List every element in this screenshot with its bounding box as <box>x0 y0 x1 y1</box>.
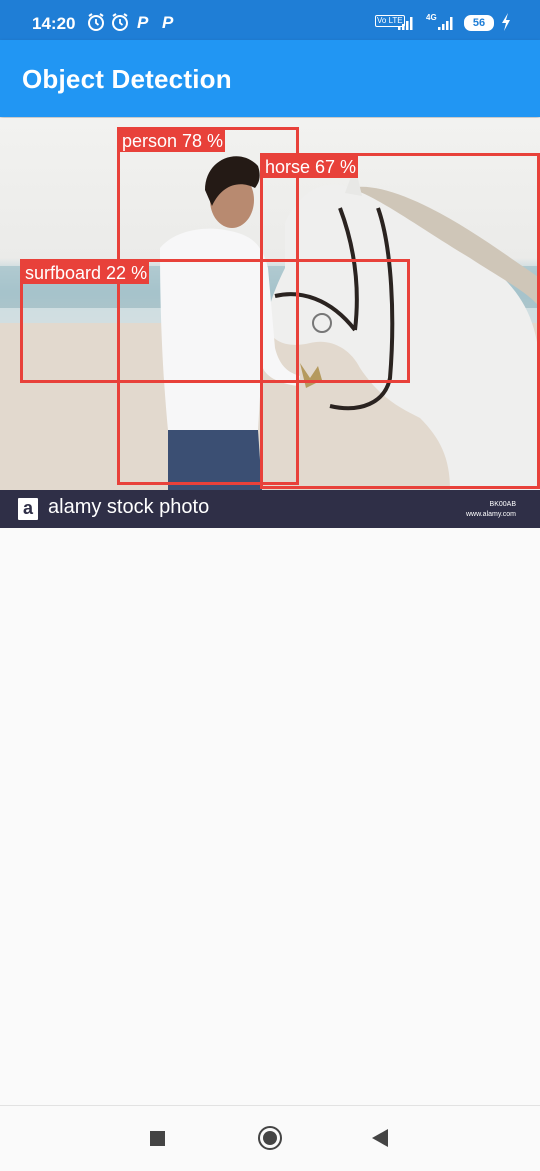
alamy-logo: a <box>18 498 38 520</box>
status-time: 14:20 <box>32 14 76 33</box>
charging-icon <box>502 13 510 31</box>
page-title: Object Detection <box>22 64 232 94</box>
p-notification-icon: P <box>137 13 149 32</box>
status-bar: 14:20 P P Vo LTE 4G 56 <box>0 0 540 40</box>
watermark-id: BK00AB <box>489 501 516 508</box>
back-button[interactable] <box>372 1129 388 1147</box>
watermark-text: alamy stock photo <box>48 496 210 518</box>
navigation-bar <box>0 1105 540 1171</box>
detection-label: person 78 % <box>120 130 226 152</box>
home-button[interactable] <box>258 1126 282 1150</box>
alarm-icon <box>112 13 128 31</box>
battery-level: 56 <box>472 17 486 29</box>
app-bar: Object Detection <box>0 40 540 117</box>
detection-box-surfboard: surfboard 22 % <box>20 259 410 383</box>
watermark-bar: a alamy stock photo BK00AB www.alamy.com <box>0 490 540 528</box>
alarm-icon <box>88 13 104 31</box>
detection-label: surfboard 22 % <box>23 262 150 284</box>
battery-icon: 56 <box>464 15 494 31</box>
recents-button[interactable] <box>150 1131 165 1146</box>
detection-label: horse 67 % <box>263 156 359 178</box>
p-notification-icon: P <box>162 13 174 32</box>
signal-icon <box>398 17 413 30</box>
signal-icon <box>438 17 453 30</box>
watermark-url: www.alamy.com <box>465 511 516 518</box>
